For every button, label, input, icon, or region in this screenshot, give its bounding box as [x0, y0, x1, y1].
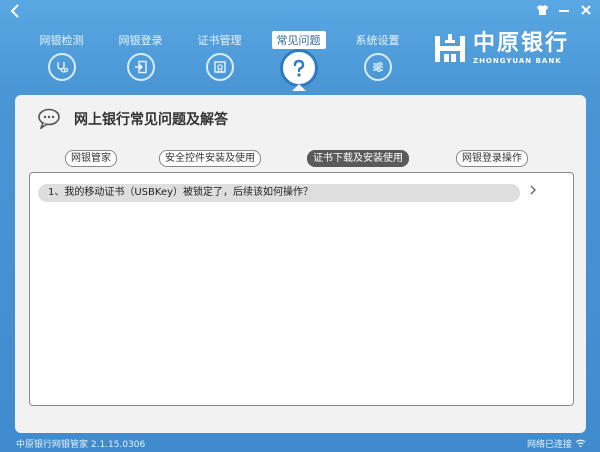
content-panel: 网上银行常见问题及解答 网银管家 安全控件安装及使用 证书下载及安装使用 网银登…	[15, 95, 586, 433]
nav-item-settings[interactable]: 系统设置	[338, 27, 417, 89]
certificate-icon	[205, 53, 234, 81]
faq-item[interactable]: 1、我的移动证书（USBKey）被锁定了，后续该如何操作？	[38, 184, 520, 202]
faq-list: 1、我的移动证书（USBKey）被锁定了，后续该如何操作？	[29, 172, 574, 406]
nav-label: 网银登录	[118, 34, 163, 47]
nav-label: 网银检测	[39, 34, 84, 47]
version-label: 中原银行网银管家 2.1.15.0306	[16, 440, 146, 450]
tab-security-control[interactable]: 安全控件安装及使用	[159, 150, 261, 167]
close-icon[interactable]	[578, 4, 594, 20]
network-status-label: 网络已连接	[526, 440, 572, 450]
nav-label: 系统设置	[355, 34, 400, 47]
tab-netbank-manager[interactable]: 网银管家	[65, 150, 117, 167]
settings-sliders-icon	[363, 53, 392, 81]
bank-logo-icon	[435, 34, 465, 62]
back-arrow-icon[interactable]	[6, 4, 24, 22]
main-nav: 网银检测 网银登录 证书管理 常见问题 系统设置	[22, 27, 417, 91]
faq-tabs: 网银管家 安全控件安装及使用 证书下载及安装使用 网银登录操作	[15, 150, 586, 170]
login-icon	[126, 53, 155, 81]
minimize-icon[interactable]	[556, 4, 572, 20]
nav-label: 证书管理	[197, 34, 242, 47]
bank-name-en: ZHONGYUAN BANK	[473, 57, 562, 65]
tab-login-operation[interactable]: 网银登录操作	[456, 150, 528, 167]
page-title: 网上银行常见问题及解答	[74, 112, 228, 128]
nav-item-certificate[interactable]: 证书管理	[180, 27, 259, 89]
wifi-icon	[575, 439, 586, 448]
network-status: 网络已连接	[527, 437, 586, 450]
nav-label: 常见问题	[271, 31, 326, 49]
window-controls	[534, 4, 594, 20]
nav-item-network-check[interactable]: 网银检测	[22, 27, 101, 89]
nav-item-login[interactable]: 网银登录	[101, 27, 180, 89]
chevron-right-icon[interactable]	[529, 184, 541, 200]
nav-item-faq[interactable]: 常见问题	[259, 27, 338, 91]
chat-bubble-icon	[38, 108, 60, 129]
bank-logo: 中原银行 ZHONGYUAN BANK	[433, 32, 569, 66]
tab-certificate-download[interactable]: 证书下载及安装使用	[307, 150, 409, 167]
bank-name-cn: 中原银行	[473, 31, 570, 56]
stethoscope-icon	[47, 53, 76, 81]
shirt-icon[interactable]	[534, 4, 550, 20]
question-icon	[279, 49, 318, 87]
active-pointer	[291, 84, 306, 91]
app-window: 网银检测 网银登录 证书管理 常见问题 系统设置 中原银行 ZHONGYUAN …	[0, 0, 600, 452]
